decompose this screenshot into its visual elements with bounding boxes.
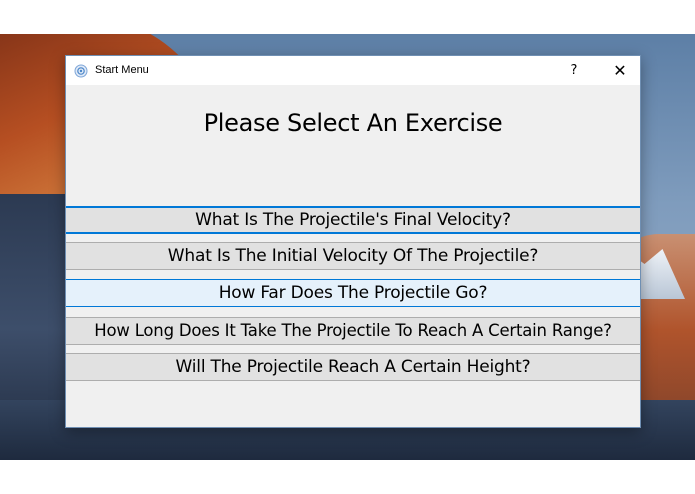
page-title: Please Select An Exercise bbox=[203, 109, 503, 137]
help-button[interactable]: ? bbox=[554, 56, 594, 85]
final-velocity-button[interactable]: What Is The Projectile's Final Velocity? bbox=[66, 206, 640, 234]
title-bar[interactable]: Start Menu ? ✕ bbox=[66, 56, 640, 85]
start-menu-dialog: Start Menu ? ✕ Please Select An Exercise… bbox=[65, 55, 641, 428]
initial-velocity-button[interactable]: What Is The Initial Velocity Of The Proj… bbox=[66, 242, 640, 270]
app-icon bbox=[74, 63, 88, 78]
window-title: Start Menu bbox=[95, 64, 149, 76]
time-to-range-button[interactable]: How Long Does It Take The Projectile To … bbox=[66, 317, 640, 345]
close-button[interactable]: ✕ bbox=[600, 56, 640, 85]
reach-height-button[interactable]: Will The Projectile Reach A Certain Heig… bbox=[66, 353, 640, 381]
close-icon: ✕ bbox=[613, 61, 627, 80]
screen: Start Menu ? ✕ Please Select An Exercise… bbox=[0, 0, 695, 494]
distance-button[interactable]: How Far Does The Projectile Go? bbox=[66, 279, 640, 307]
